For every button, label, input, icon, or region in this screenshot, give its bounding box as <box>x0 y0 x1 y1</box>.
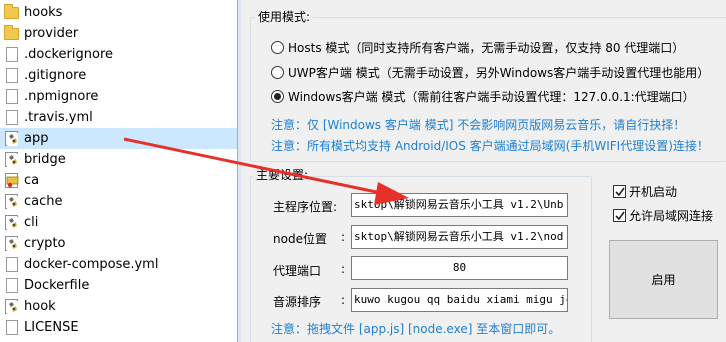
folder-icon <box>4 25 19 40</box>
source-order-input[interactable]: kuwo kugou qq baidu xiami migu joox <box>351 288 568 312</box>
file-name: ca <box>24 173 40 188</box>
mode-option-hosts-label: Hosts 模式（同时支持所有客户端，无需手动设置，仅支持 80 代理端口） <box>288 40 685 55</box>
start-button-label: 启用 <box>651 273 676 287</box>
folder-icon <box>4 4 19 19</box>
file-name: cli <box>24 215 39 230</box>
batch-file-icon <box>5 152 18 167</box>
file-icon <box>6 257 18 272</box>
autostart-checkbox[interactable] <box>613 184 626 198</box>
app-window: 使用模式: Hosts 模式（同时支持所有客户端，无需手动设置，仅支持 80 代… <box>237 0 726 342</box>
node-path-input[interactable]: sktop\解锁网易云音乐小工具 v1.2\nod <box>351 225 568 249</box>
file-name: .npmignore <box>24 89 99 104</box>
checkmark-icon <box>615 187 625 196</box>
main-program-input[interactable]: sktop\解锁网易云音乐小工具 v1.2\Unb <box>351 193 568 217</box>
file-item[interactable]: .travis.yml <box>0 107 237 128</box>
file-item[interactable]: LICENSE <box>0 317 237 338</box>
file-icon <box>6 278 18 293</box>
node-path-label: node位置 <box>273 232 327 246</box>
mode-group-title: 使用模式: <box>255 10 314 24</box>
batch-file-icon <box>5 299 18 314</box>
drag-note: 注意：拖拽文件 [app.js] [node.exe] 至本窗口即可。 <box>271 322 561 336</box>
autostart-option[interactable]: 开机启动 <box>613 183 677 199</box>
file-name: .travis.yml <box>24 110 93 125</box>
file-explorer: hooks provider .dockerignore .gitignore .npm… <box>0 0 237 342</box>
mode-option-uwp-label: UWP客户端 模式（无需手动设置，另外Windows客户端手动设置代理也能用） <box>288 65 710 80</box>
mode-option-hosts[interactable]: Hosts 模式（同时支持所有客户端，无需手动设置，仅支持 80 代理端口） <box>271 39 684 55</box>
file-item[interactable]: hooks <box>0 2 237 23</box>
file-item[interactable]: ca <box>0 170 237 191</box>
file-name: provider <box>24 26 79 41</box>
file-item[interactable]: bridge <box>0 149 237 170</box>
file-item[interactable]: docker-compose.yml <box>0 254 237 275</box>
file-name: hook <box>24 299 56 314</box>
start-button[interactable]: 启用 <box>609 240 718 319</box>
file-item[interactable]: hook <box>0 296 237 317</box>
batch-file-icon <box>5 236 18 251</box>
file-name: .dockerignore <box>24 47 114 62</box>
file-item[interactable]: Dockerfile <box>0 275 237 296</box>
mode-note-1: 注意：仅 [Windows 客户端 模式] 不会影响网页版网易云音乐，请自行抉择… <box>271 118 686 132</box>
file-item[interactable]: .gitignore <box>0 65 237 86</box>
file-name: Dockerfile <box>24 278 90 293</box>
lan-checkbox[interactable] <box>613 208 626 222</box>
certificate-icon <box>5 173 19 188</box>
mode-option-windows-label: Windows客户端 模式（需前往客户端手动设置代理：127.0.0.1:代理端… <box>288 89 695 104</box>
lan-option[interactable]: 允许局域网连接 <box>613 207 713 223</box>
mode-note-2: 注意：所有模式均支持 Android/IOS 客户端通过局域网(手机WIFI代理… <box>271 139 709 153</box>
window-border <box>238 0 241 342</box>
file-icon <box>6 89 18 104</box>
batch-file-icon <box>5 215 18 230</box>
file-icon <box>6 110 18 125</box>
file-item[interactable]: cli <box>0 212 237 233</box>
proxy-port-label: 代理端口 <box>273 264 322 278</box>
main-program-label: 主程序位置: <box>273 200 338 214</box>
file-item[interactable]: cache <box>0 191 237 212</box>
file-icon <box>6 68 18 83</box>
file-icon <box>6 47 18 62</box>
file-name: app <box>24 131 49 146</box>
main-settings-title: 主要设置: <box>253 168 312 182</box>
proxy-port-colon: : <box>341 262 346 276</box>
radio-windows[interactable] <box>271 89 284 103</box>
radio-hosts[interactable] <box>271 40 284 54</box>
file-item[interactable]: crypto <box>0 233 237 254</box>
file-item[interactable]: .npmignore <box>0 86 237 107</box>
file-name: hooks <box>24 5 63 20</box>
file-name: cache <box>24 194 63 209</box>
file-name: bridge <box>24 152 66 167</box>
file-item[interactable]: provider <box>0 23 237 44</box>
source-order-colon: : <box>341 293 346 307</box>
file-item[interactable]: .dockerignore <box>0 44 237 65</box>
batch-file-icon <box>5 131 18 146</box>
file-icon <box>6 320 18 335</box>
autostart-label: 开机启动 <box>629 184 678 199</box>
file-name: LICENSE <box>24 320 79 335</box>
lan-label: 允许局域网连接 <box>629 208 714 223</box>
file-item[interactable]: app <box>0 128 237 149</box>
file-name: crypto <box>24 236 66 251</box>
mode-option-windows[interactable]: Windows客户端 模式（需前往客户端手动设置代理：127.0.0.1:代理端… <box>271 88 695 104</box>
file-name: docker-compose.yml <box>24 257 159 272</box>
node-path-colon: : <box>341 230 346 244</box>
checkmark-icon <box>615 211 625 220</box>
file-name: .gitignore <box>24 68 87 83</box>
proxy-port-input[interactable]: 80 <box>351 256 568 280</box>
batch-file-icon <box>5 194 18 209</box>
source-order-label: 音源排序 <box>273 295 322 309</box>
radio-uwp[interactable] <box>271 65 284 79</box>
mode-option-uwp[interactable]: UWP客户端 模式（无需手动设置，另外Windows客户端手动设置代理也能用） <box>271 64 709 80</box>
